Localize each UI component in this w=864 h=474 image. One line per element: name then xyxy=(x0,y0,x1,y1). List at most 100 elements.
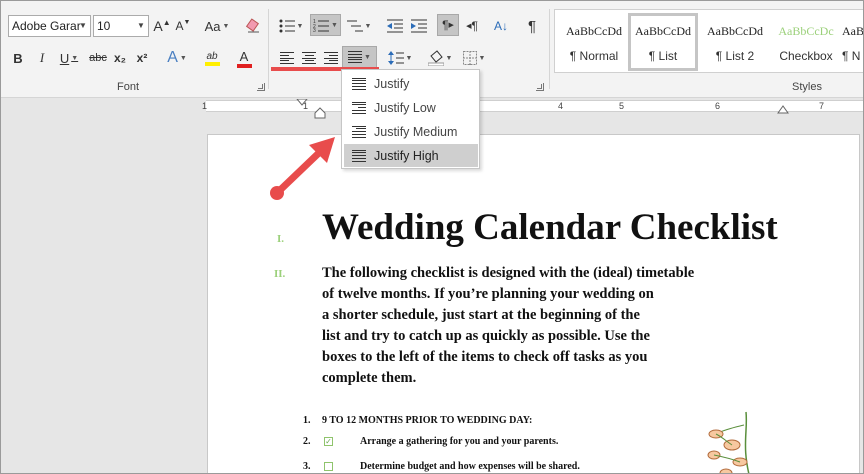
ruler-number: 1 xyxy=(202,101,208,111)
align-left-button[interactable] xyxy=(277,47,297,69)
numbering-button[interactable]: 1 2 3 ▼ xyxy=(310,14,341,36)
outline-number-2: II. xyxy=(274,268,286,280)
outline-number-1: I. xyxy=(277,233,285,245)
justify-button[interactable]: ▼ xyxy=(342,46,377,68)
subscript-button[interactable]: x₂ xyxy=(111,47,129,69)
show-marks-button[interactable]: ¶ xyxy=(521,15,543,37)
style-name: ¶ List 2 xyxy=(715,49,755,63)
eraser-icon xyxy=(245,18,260,33)
justify-high-icon xyxy=(352,149,366,163)
strikethrough-button[interactable]: abc xyxy=(87,47,109,69)
paragraph-dialog-launcher-icon[interactable] xyxy=(536,83,544,91)
highlight-color-swatch xyxy=(204,61,220,66)
change-case-icon: Aa xyxy=(204,18,221,34)
subscript-icon: x₂ xyxy=(113,51,126,65)
svg-text:3: 3 xyxy=(313,28,316,32)
pilcrow-icon: ¶ xyxy=(527,17,537,35)
indent-marker-icon[interactable] xyxy=(296,99,310,119)
right-indent-marker-icon[interactable] xyxy=(777,105,789,115)
list-item: Determine budget and how expenses will b… xyxy=(360,461,580,472)
sort-button[interactable]: A↓ xyxy=(490,15,512,37)
checked-checkbox-icon[interactable]: ✓ xyxy=(324,437,333,446)
style-name: Checkbox xyxy=(779,49,833,63)
styles-gallery: AaBbCcDd ¶ Normal AaBbCcDd ¶ List AaBbCc… xyxy=(554,9,863,73)
font-dialog-launcher-icon[interactable] xyxy=(257,83,265,91)
align-center-button[interactable] xyxy=(299,47,319,69)
rtl-button[interactable]: ◀ ¶ xyxy=(461,15,483,37)
underline-icon: U xyxy=(59,50,70,66)
line-spacing-icon xyxy=(387,51,404,65)
bold-icon: B xyxy=(13,50,23,66)
borders-icon xyxy=(462,51,477,65)
horizontal-ruler[interactable]: 1 1 2 3 4 5 6 7 xyxy=(202,99,863,119)
menu-item-justify-low[interactable]: Justify Low xyxy=(344,96,478,119)
line-spacing-button[interactable]: ▼ xyxy=(385,47,415,69)
font-name-combo[interactable]: Adobe Garar ▼ xyxy=(8,15,91,37)
font-name-value[interactable]: Adobe Garar xyxy=(12,19,81,33)
decrease-indent-icon xyxy=(387,19,403,33)
highlight-color-button[interactable]: ab xyxy=(197,47,227,69)
intro-paragraph: The following checklist is designed with… xyxy=(322,263,712,389)
style-name: ¶ N xyxy=(842,49,861,63)
style-checkbox[interactable]: AaBbCcDc Checkbox xyxy=(771,13,841,71)
menu-item-label: Justify Low xyxy=(374,100,436,115)
sort-icon: A↓ xyxy=(493,19,508,33)
chevron-down-icon[interactable]: ▼ xyxy=(77,17,89,35)
font-size-combo[interactable]: 10 ▼ xyxy=(93,15,149,37)
group-separator xyxy=(268,9,269,89)
menu-item-label: Justify Medium xyxy=(374,124,458,139)
menu-item-justify[interactable]: Justify xyxy=(344,72,478,95)
style-n[interactable]: AaBb ¶ N xyxy=(842,13,863,71)
text-effects-icon: A xyxy=(167,49,178,66)
italic-button[interactable]: I xyxy=(33,47,51,69)
style-list-2[interactable]: AaBbCcDd ¶ List 2 xyxy=(700,13,770,71)
menu-item-justify-high[interactable]: Justify High xyxy=(344,144,478,167)
font-size-value[interactable]: 10 xyxy=(97,19,110,33)
document-title: Wedding Calendar Checklist xyxy=(322,207,778,248)
checkbox-icon[interactable] xyxy=(324,462,333,471)
borders-button[interactable]: ▼ xyxy=(459,47,489,69)
underline-button[interactable]: U ▼ xyxy=(55,47,83,69)
change-case-button[interactable]: Aa ▼ xyxy=(203,15,231,37)
style-normal[interactable]: AaBbCcDd ¶ Normal xyxy=(559,13,629,71)
bold-button[interactable]: B xyxy=(9,47,27,69)
numbering-icon: 123 xyxy=(313,19,330,32)
ltr-button[interactable]: ¶ ▶ xyxy=(437,14,459,36)
list-number: 2. xyxy=(303,436,311,447)
list-item-heading: 9 TO 12 MONTHS PRIOR TO WEDDING DAY: xyxy=(322,415,533,426)
align-right-button[interactable] xyxy=(321,47,341,69)
strikethrough-icon: abc xyxy=(89,52,107,64)
menu-item-label: Justify xyxy=(374,76,410,91)
shrink-font-button[interactable]: A ▼ xyxy=(174,15,192,37)
clear-formatting-button[interactable] xyxy=(242,15,264,37)
font-group-label: Font xyxy=(117,81,140,93)
style-sample: AaBbCcDd xyxy=(707,24,763,38)
increase-indent-button[interactable] xyxy=(409,15,429,37)
multilevel-list-button[interactable]: ▼ xyxy=(344,15,374,37)
style-list[interactable]: AaBbCcDd ¶ List xyxy=(628,13,698,71)
grow-font-button[interactable]: A ▲ xyxy=(153,15,171,37)
ruler-number: 6 xyxy=(715,101,721,111)
hanging-indent-marker-icon[interactable] xyxy=(314,107,328,121)
menu-item-justify-medium[interactable]: Justify Medium xyxy=(344,120,478,143)
paint-bucket-icon xyxy=(427,50,444,66)
intro-line: list and try to catch up as quickly as p… xyxy=(322,328,650,344)
style-sample: AaBbCcDd xyxy=(635,24,691,38)
font-color-button[interactable]: A xyxy=(229,47,259,69)
text-effects-button[interactable]: A ▼ xyxy=(163,47,191,69)
style-sample: AaBbCcDc xyxy=(778,24,834,38)
align-left-icon xyxy=(280,51,294,65)
superscript-button[interactable]: x² xyxy=(133,47,151,69)
font-color-swatch xyxy=(236,63,252,68)
decrease-indent-button[interactable] xyxy=(385,15,405,37)
intro-line: The following checklist is designed with… xyxy=(322,265,695,281)
justify-low-icon xyxy=(352,101,366,115)
ruler-number: 7 xyxy=(819,101,825,111)
increase-indent-icon xyxy=(411,19,427,33)
shading-button[interactable]: ▼ xyxy=(425,47,455,69)
bullets-button[interactable]: ▼ xyxy=(276,15,306,37)
justify-icon xyxy=(352,77,366,91)
chevron-down-icon[interactable]: ▼ xyxy=(135,17,147,35)
ruler-number: 5 xyxy=(619,101,625,111)
list-number: 1. xyxy=(303,415,311,426)
